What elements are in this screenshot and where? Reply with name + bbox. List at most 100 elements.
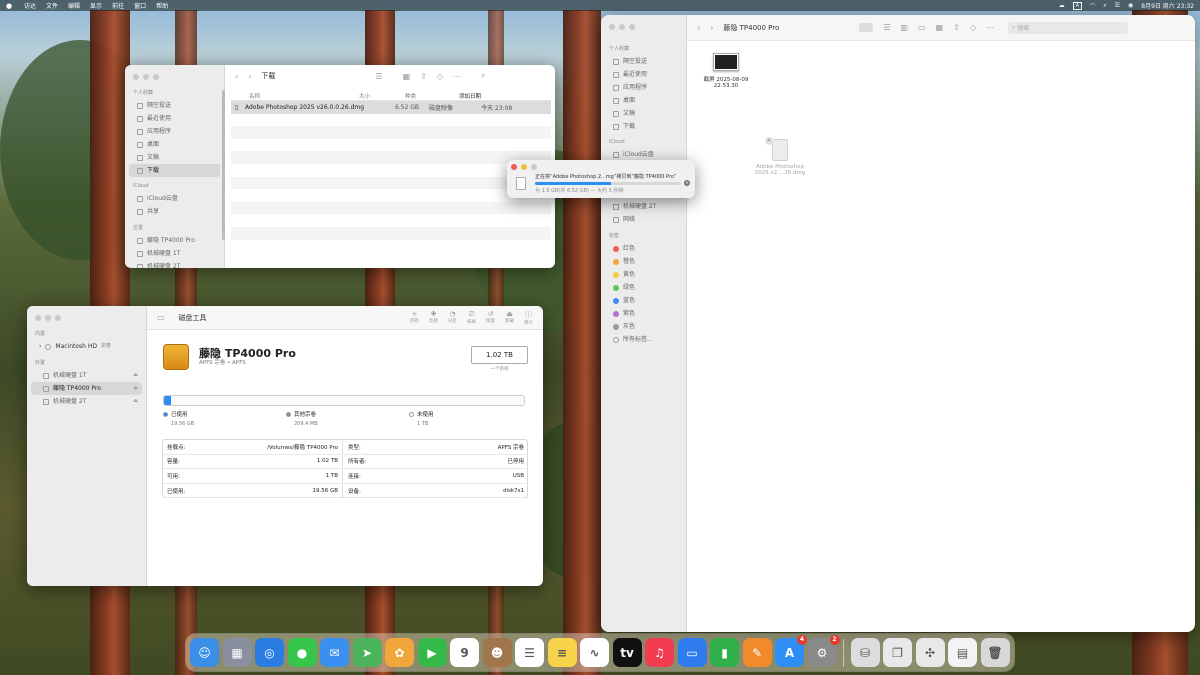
sidebar-item-1[interactable]: 最近使用 xyxy=(129,112,220,125)
dock-launchpad-icon[interactable]: ▦ xyxy=(222,638,252,667)
sidebar-tag-4[interactable]: 蓝色 xyxy=(605,294,682,307)
sidebar-item-all-tags[interactable]: 所有标签... xyxy=(605,333,682,346)
sidebar-item-1[interactable]: 共享 xyxy=(129,205,220,218)
dock-network-icon[interactable]: ✣ xyxy=(915,638,945,667)
dock-photos-icon[interactable]: ✿ xyxy=(385,638,414,667)
toolbar-button-4[interactable]: ↺ 恢复 xyxy=(486,310,495,326)
icon-view-icon[interactable] xyxy=(859,23,874,32)
file-screenshot[interactable]: 截屏 2025-08-09 22.53.30 xyxy=(701,53,751,89)
apple-menu-icon[interactable]: ● xyxy=(6,2,14,10)
group-icon[interactable]: ▦ xyxy=(403,72,411,81)
dock-finder-icon[interactable]: ☺ xyxy=(190,638,219,667)
dock-freeform-icon[interactable]: ∿ xyxy=(580,638,609,667)
sidebar-item-4[interactable]: 文稿 xyxy=(605,107,682,120)
dock-disk-utility-icon[interactable]: ⛁ xyxy=(850,638,880,667)
dock-preview-icon[interactable]: ❐ xyxy=(883,638,912,667)
dock-music-icon[interactable]: ♫ xyxy=(645,638,674,667)
minimize-button[interactable] xyxy=(45,315,51,321)
menu-file[interactable]: 文件 xyxy=(46,1,58,10)
sidebar-item-hdd-2t[interactable]: 机械硬盘 2T xyxy=(605,200,682,213)
dock-reminders-icon[interactable]: ☰ xyxy=(515,638,544,667)
sidebar-volume-2[interactable]: 机械硬盘 2T ⏏ xyxy=(31,395,142,408)
toolbar-button-6[interactable]: ⓘ 简介 xyxy=(524,310,533,326)
search-field[interactable]: ⌕ 搜索 xyxy=(1008,21,1128,34)
minimize-button[interactable] xyxy=(521,164,527,170)
sidebar-item-0[interactable]: iCloud云盘 xyxy=(129,192,220,205)
sidebar-item-1[interactable]: 机械硬盘 1T xyxy=(129,247,220,260)
sidebar-item-2[interactable]: 应用程序 xyxy=(129,125,220,138)
zoom-button[interactable] xyxy=(629,24,635,30)
zoom-button[interactable] xyxy=(153,74,159,80)
file-photoshop-dmg[interactable]: × Adobe Photoshop 2025 v2....26.dmg xyxy=(751,137,809,176)
zoom-button[interactable] xyxy=(55,315,61,321)
zoom-button[interactable] xyxy=(531,164,537,170)
forward-icon[interactable]: › xyxy=(710,23,713,32)
dock-safari-icon[interactable]: ◎ xyxy=(255,638,284,667)
eject-icon[interactable]: ⏏ xyxy=(133,382,138,395)
sidebar-tag-0[interactable]: 红色 xyxy=(605,242,682,255)
close-button[interactable] xyxy=(133,74,139,80)
sidebar-volume-1[interactable]: 藤隐 TP4000 Pro ⏏ xyxy=(31,382,142,395)
sidebar-volume-0[interactable]: 机械硬盘 1T ⏏ xyxy=(31,369,142,382)
toolbar-button-2[interactable]: ◔ 分区 xyxy=(448,310,457,326)
more-icon[interactable]: ⋯ xyxy=(986,23,994,32)
dock-notes-icon[interactable]: ≡ xyxy=(547,638,577,667)
sidebar-item-2[interactable]: 机械硬盘 2T xyxy=(129,260,220,268)
gallery-view-icon[interactable]: ▭ xyxy=(918,23,926,32)
share-icon[interactable]: ⇪ xyxy=(420,72,427,81)
siri-icon[interactable]: ◉ xyxy=(1128,2,1133,9)
column-view-icon[interactable]: ▥ xyxy=(900,23,908,32)
sidebar-item-network[interactable]: 网络 xyxy=(605,213,682,226)
toolbar-button-5[interactable]: ⏏ 卸载 xyxy=(505,310,514,326)
menu-window[interactable]: 窗口 xyxy=(134,1,146,10)
minimize-button[interactable] xyxy=(619,24,625,30)
column-name[interactable]: 名称 xyxy=(231,92,359,100)
minimize-button[interactable] xyxy=(143,74,149,80)
dock-contacts-icon[interactable]: ☻ xyxy=(482,638,512,667)
back-icon[interactable]: ‹ xyxy=(697,23,700,32)
sidebar-item-0[interactable]: 隔空投送 xyxy=(129,99,220,112)
menu-help[interactable]: 帮助 xyxy=(156,1,168,10)
creative-cloud-icon[interactable]: ☁ xyxy=(1059,2,1065,9)
column-date-added[interactable]: 添加日期 xyxy=(459,92,529,100)
cancel-copy-icon[interactable]: × xyxy=(765,137,773,145)
close-button[interactable] xyxy=(609,24,615,30)
search-icon[interactable]: ⌕ xyxy=(1103,2,1106,10)
menubar-clock[interactable]: 8月9日 周六 23:32 xyxy=(1141,1,1194,10)
list-view-icon[interactable]: ☰ xyxy=(375,72,382,81)
tag-icon[interactable]: ◇ xyxy=(437,72,443,81)
control-center-icon[interactable]: ☰ xyxy=(1115,2,1120,9)
sidebar-item-3[interactable]: 桌面 xyxy=(605,94,682,107)
share-icon[interactable]: ⇪ xyxy=(953,23,960,32)
input-method-icon[interactable]: A xyxy=(1072,1,1082,10)
sidebar-item-3[interactable]: 桌面 xyxy=(129,138,220,151)
sidebar-tag-5[interactable]: 紫色 xyxy=(605,307,682,320)
dock-calendar-icon[interactable]: 9 xyxy=(450,638,479,667)
toolbar-button-3[interactable]: ⎚ 抹掉 xyxy=(467,310,476,326)
toolbar-button-1[interactable]: ✚ 急救 xyxy=(429,310,438,326)
dock-document-icon[interactable]: ▤ xyxy=(948,638,977,667)
toolbar-button-0[interactable]: + 宗卷 xyxy=(410,310,419,326)
dock-mail-icon[interactable]: ✉ xyxy=(320,638,349,667)
stop-copy-icon[interactable]: × xyxy=(684,180,690,186)
close-button[interactable] xyxy=(511,164,517,170)
sidebar-item-1[interactable]: 最近使用 xyxy=(605,68,682,81)
menu-go[interactable]: 前往 xyxy=(112,1,124,10)
sidebar-tag-1[interactable]: 橙色 xyxy=(605,255,682,268)
sidebar-tag-2[interactable]: 黄色 xyxy=(605,268,682,281)
close-button[interactable] xyxy=(35,315,41,321)
dock-tv-icon[interactable]: tv xyxy=(612,638,642,667)
dock-keynote-icon[interactable]: ▭ xyxy=(677,638,707,667)
back-icon[interactable]: ‹ xyxy=(235,72,238,81)
more-icon[interactable]: ⋯ xyxy=(453,72,461,81)
disclosure-icon[interactable]: › xyxy=(39,340,41,353)
sidebar-tag-6[interactable]: 灰色 xyxy=(605,320,682,333)
sidebar-item-0[interactable]: 隔空投送 xyxy=(605,55,682,68)
column-size[interactable]: 大小 xyxy=(359,92,405,100)
forward-icon[interactable]: › xyxy=(248,72,251,81)
sidebar-item-5[interactable]: 下载 xyxy=(605,120,682,133)
menu-finder[interactable]: 访达 xyxy=(24,1,36,10)
dock-app-store-icon[interactable]: A4 xyxy=(775,635,807,667)
sidebar-toggle-icon[interactable]: ▭ xyxy=(157,313,165,322)
tag-icon[interactable]: ◇ xyxy=(970,23,976,32)
